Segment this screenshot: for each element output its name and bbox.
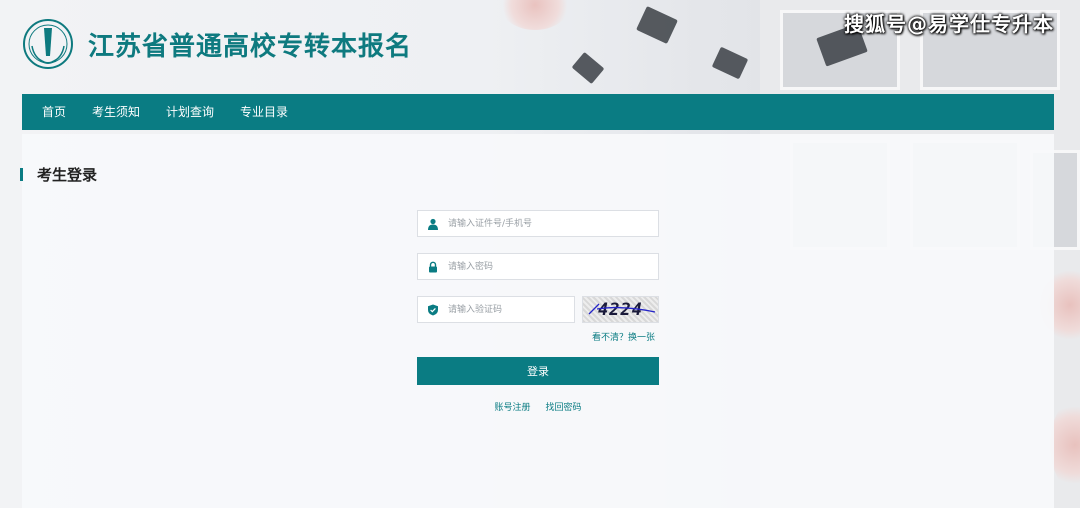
main-nav: 首页 考生须知 计划查询 专业目录 [22, 94, 1054, 130]
captcha-field [417, 296, 575, 323]
refresh-captcha-link[interactable]: 看不清？换一张 [417, 330, 659, 343]
register-link[interactable]: 账号注册 [495, 403, 531, 413]
site-header: 江苏省普通高校专转本报名 [22, 14, 722, 74]
section-accent-bar [20, 168, 23, 181]
site-title: 江苏省普通高校专转本报名 [88, 31, 413, 62]
watermark: 搜狐号@易学仕专升本 [844, 12, 1054, 36]
captcha-row: 4224 [417, 296, 659, 323]
school-emblem-icon [23, 19, 73, 69]
nav-item-plan-query[interactable]: 计划查询 [154, 94, 226, 130]
id-field [417, 210, 659, 237]
captcha-noise-line [588, 303, 656, 315]
lock-icon [418, 254, 448, 279]
recover-password-link[interactable]: 找回密码 [545, 403, 581, 413]
captcha-image[interactable]: 4224 [582, 296, 659, 323]
nav-item-home[interactable]: 首页 [30, 94, 78, 130]
user-icon [418, 211, 448, 236]
nav-item-candidate-notice[interactable]: 考生须知 [80, 94, 152, 130]
nav-item-major-catalog[interactable]: 专业目录 [228, 94, 300, 130]
id-input[interactable] [448, 212, 638, 235]
captcha-input[interactable] [448, 298, 568, 321]
section-title: 考生登录 [37, 166, 98, 184]
login-panel: 考生登录 4224 看不清？换一张 [20, 134, 1054, 508]
auth-links: 账号注册 找回密码 [417, 400, 659, 413]
password-field [417, 253, 659, 280]
password-input[interactable] [448, 255, 638, 278]
login-button[interactable]: 登录 [417, 357, 659, 385]
shield-check-icon [418, 297, 448, 322]
login-form: 4224 看不清？换一张 登录 账号注册 找回密码 [417, 210, 659, 413]
